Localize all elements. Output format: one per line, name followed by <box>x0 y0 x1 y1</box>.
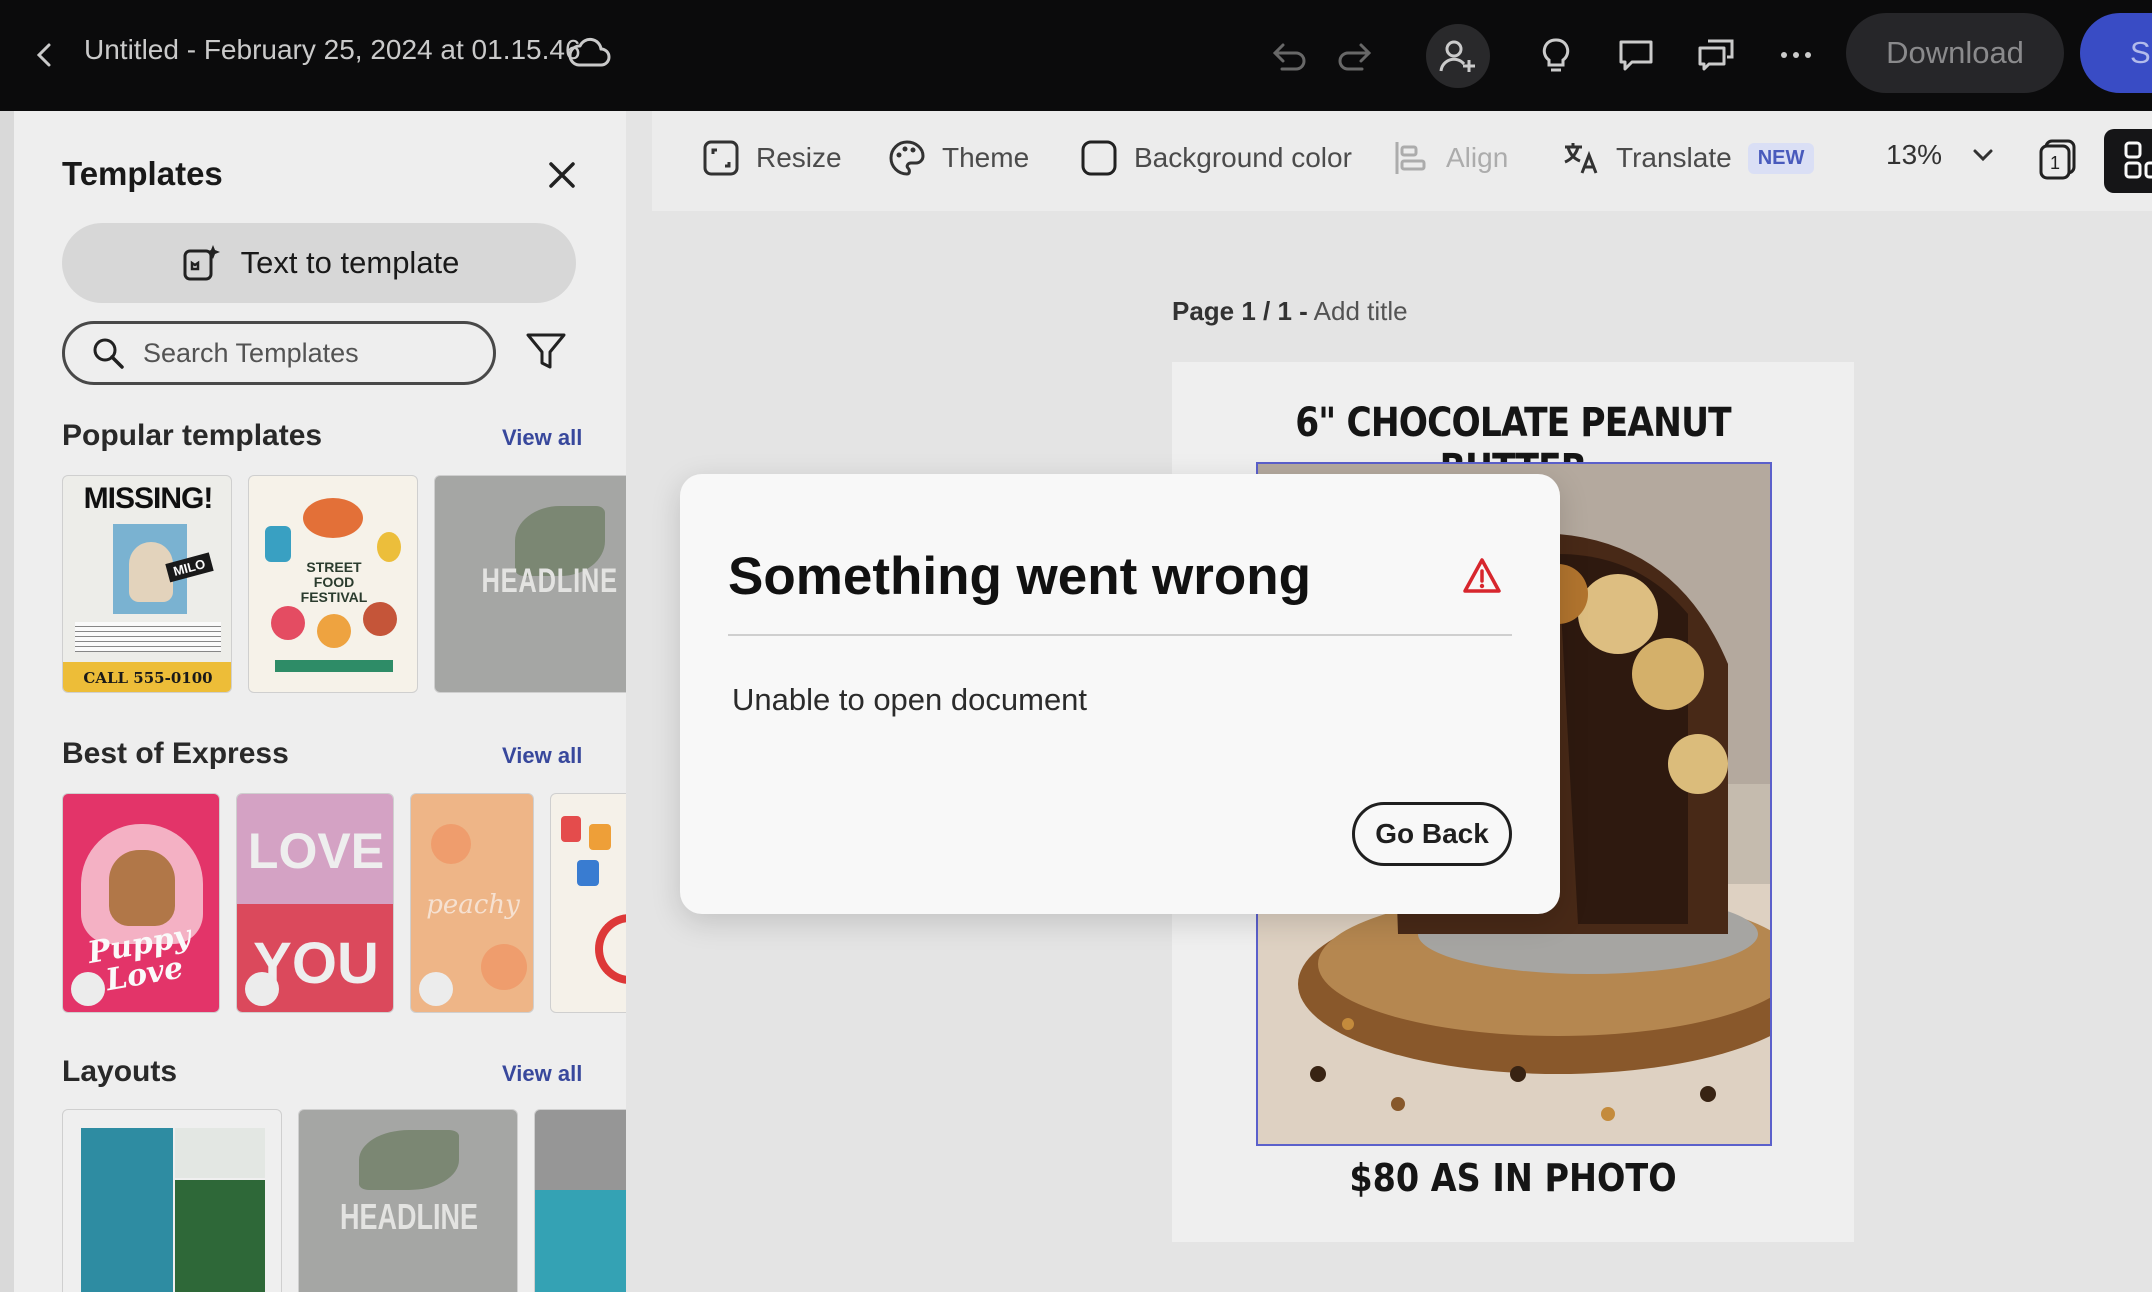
dialog-message: Unable to open document <box>732 682 1088 717</box>
warning-icon <box>1462 556 1502 596</box>
error-dialog: Something went wrong Unable to open docu… <box>680 474 1560 914</box>
go-back-button[interactable]: Go Back <box>1352 802 1512 866</box>
dialog-title: Something went wrong <box>728 547 1311 606</box>
dialog-divider <box>728 634 1512 636</box>
